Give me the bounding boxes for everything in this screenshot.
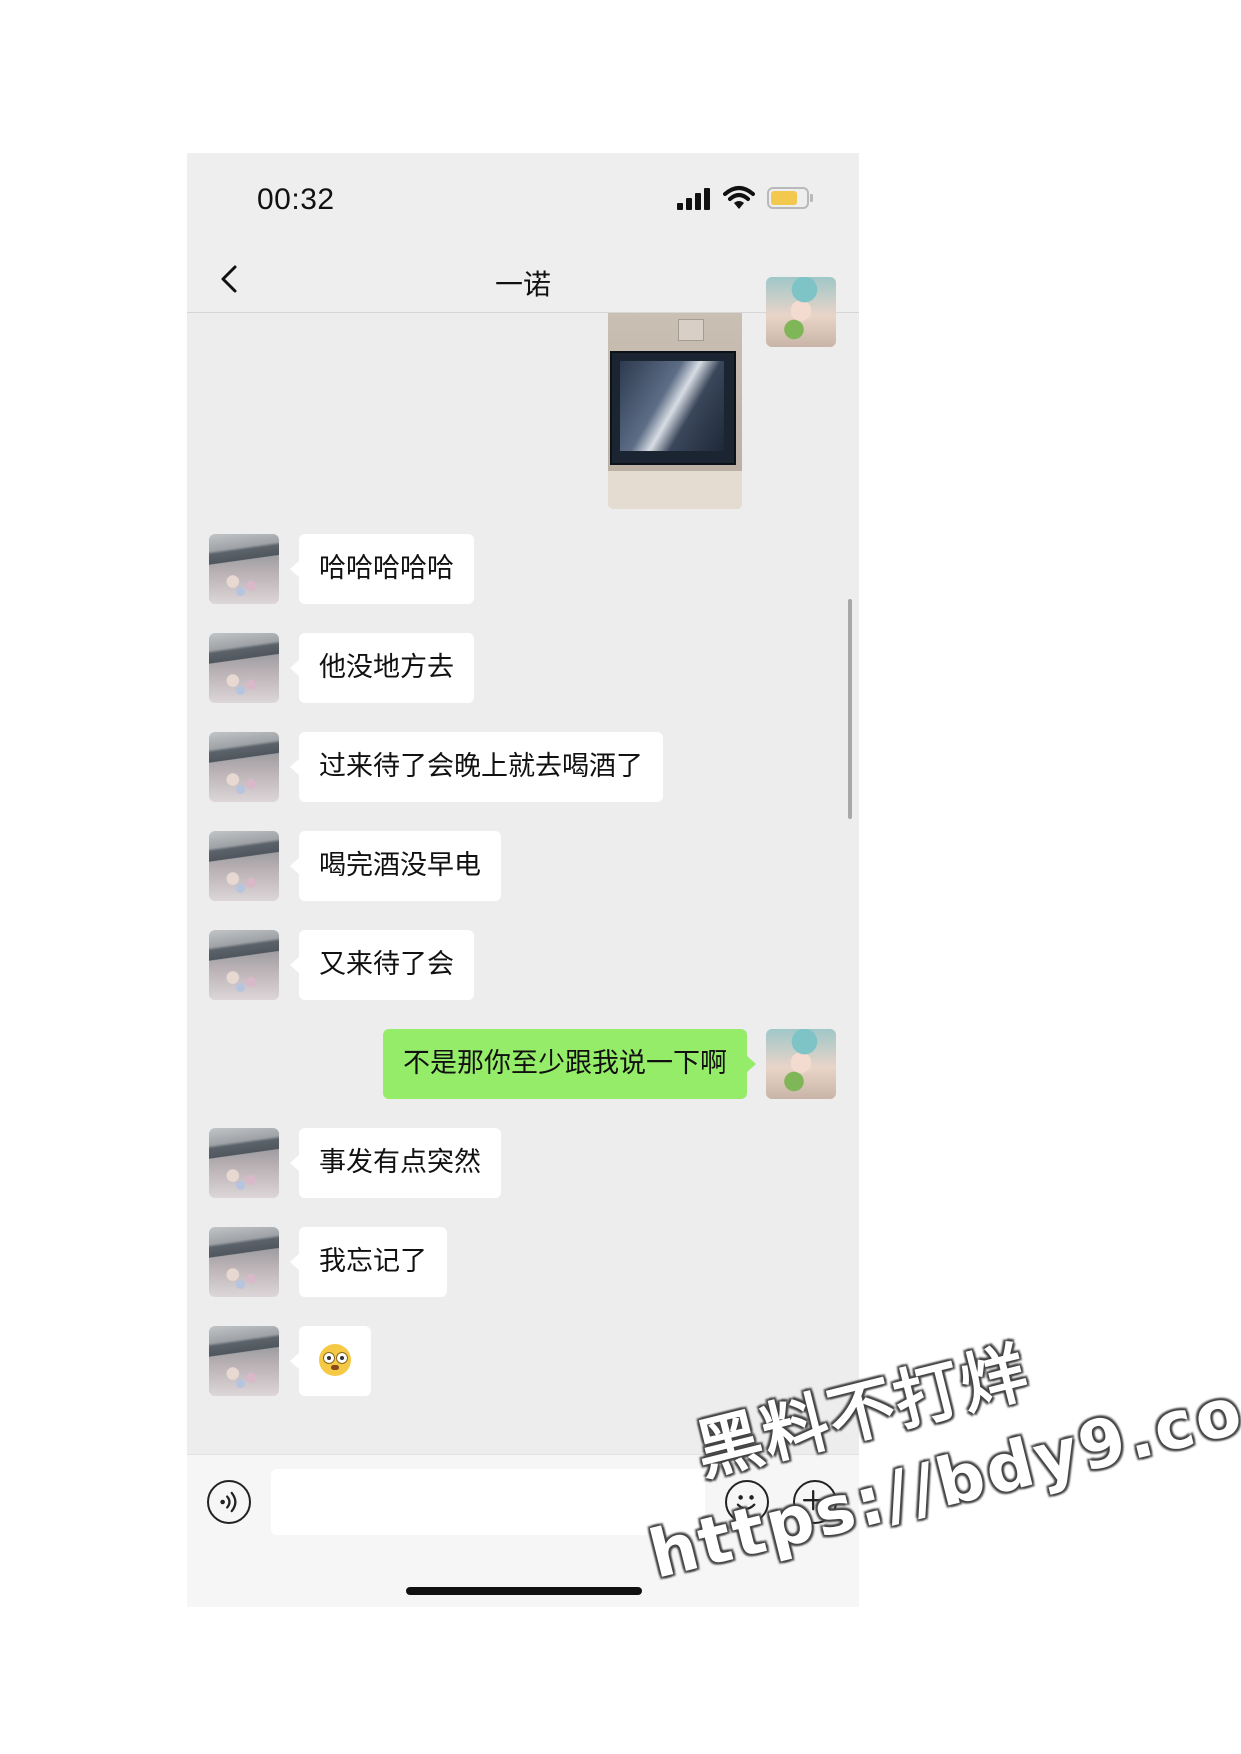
friend-avatar[interactable] [209,1326,279,1396]
nav-bar: 一诺 [187,249,859,313]
friend-avatar[interactable] [209,732,279,802]
battery-icon [767,187,813,209]
chat-screen: 00:32 一诺 哈哈哈哈哈 他没地方去 过来待了会晚上就去喝酒了 喝完酒没早电… [187,153,859,1607]
self-avatar[interactable] [766,1029,836,1099]
message-bubble[interactable]: 哈哈哈哈哈 [290,534,474,604]
scrollbar[interactable] [848,599,852,819]
voice-icon[interactable] [207,1480,251,1524]
message-input[interactable] [271,1469,705,1535]
wifi-icon [723,186,755,209]
friend-avatar[interactable] [209,534,279,604]
friend-avatar[interactable] [209,1128,279,1198]
flushed-face-icon [319,1343,351,1376]
message-bubble-self[interactable]: 不是那你至少跟我说一下啊 [383,1029,756,1099]
friend-avatar[interactable] [209,930,279,1000]
status-bar: 00:32 [187,153,859,249]
friend-avatar[interactable] [209,831,279,901]
home-indicator[interactable] [406,1587,642,1595]
message-bubble[interactable]: 我忘记了 [290,1227,447,1297]
status-time: 00:32 [257,183,335,216]
page-title: 一诺 [494,268,551,301]
message-bubble[interactable]: 事发有点突然 [290,1128,501,1198]
smiley-icon[interactable] [725,1480,769,1524]
self-avatar[interactable] [766,277,836,347]
message-bubble[interactable]: 又来待了会 [290,930,474,1000]
emoji-message[interactable] [290,1326,371,1396]
message-list[interactable]: 哈哈哈哈哈 他没地方去 过来待了会晚上就去喝酒了 喝完酒没早电 又来待了会 不是… [187,277,859,1607]
image-message[interactable] [608,313,742,509]
message-bubble[interactable]: 过来待了会晚上就去喝酒了 [290,732,663,802]
message-bubble[interactable]: 他没地方去 [290,633,474,703]
friend-avatar[interactable] [209,1227,279,1297]
cellular-signal-icon [677,188,710,210]
friend-avatar[interactable] [209,633,279,703]
input-bar [187,1454,859,1607]
plus-icon[interactable] [793,1480,837,1524]
message-bubble[interactable]: 喝完酒没早电 [290,831,501,901]
